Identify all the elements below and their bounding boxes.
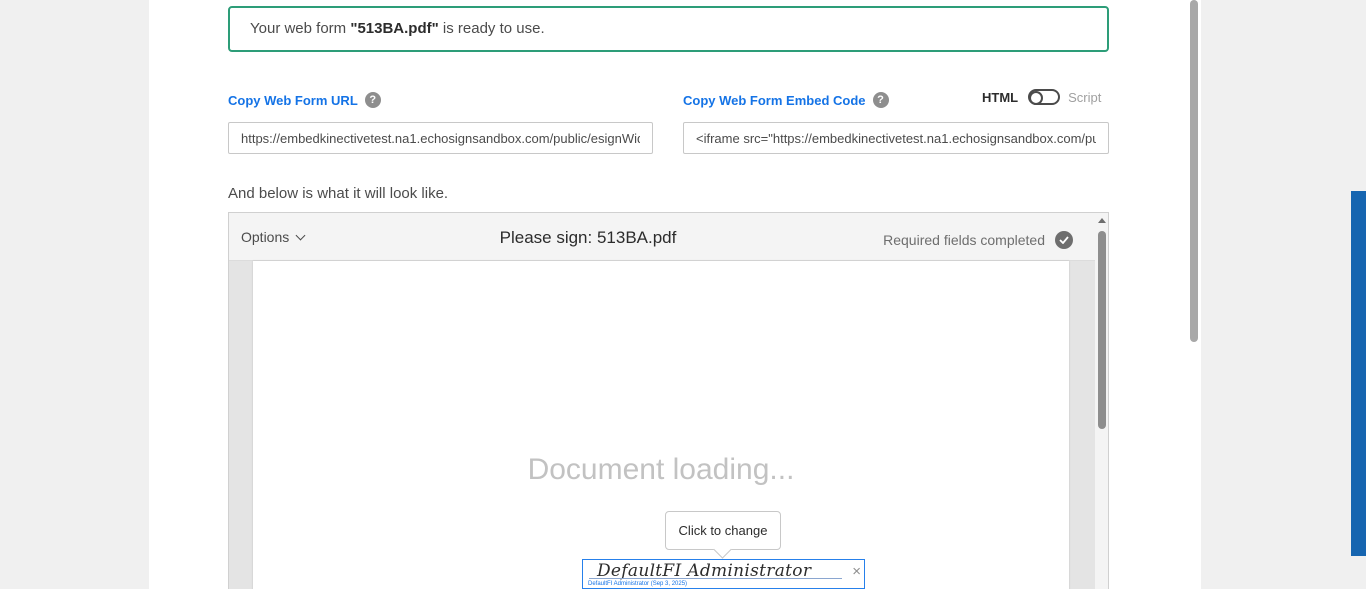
scroll-up-arrow-icon[interactable] xyxy=(1098,218,1106,223)
click-to-change-tooltip: Click to change xyxy=(665,511,781,550)
web-form-url-field[interactable] xyxy=(228,122,653,154)
banner-suffix: is ready to use. xyxy=(438,20,545,37)
banner-file-name: "513BA.pdf" xyxy=(350,20,439,37)
success-banner: Your web form "513BA.pdf" is ready to us… xyxy=(228,6,1109,52)
web-form-url-label: Copy Web Form URL ? xyxy=(228,92,381,108)
web-form-url-label-text[interactable]: Copy Web Form URL xyxy=(228,93,358,108)
preview-caption: And below is what it will look like. xyxy=(228,185,449,202)
signature-caption: DefaultFI Administrator (Sep 3, 2025) xyxy=(588,581,688,587)
embed-code-label: Copy Web Form Embed Code ? xyxy=(683,92,889,108)
document-loading-text: Document loading... xyxy=(527,453,795,486)
preview-scrollbar-thumb[interactable] xyxy=(1098,231,1106,429)
main-panel: Your web form "513BA.pdf" is ready to us… xyxy=(149,0,1201,589)
required-fields-text: Required fields completed xyxy=(883,232,1045,248)
preview-header: Options Please sign: 513BA.pdf Required … xyxy=(229,213,1095,261)
signature-line xyxy=(589,578,842,579)
preview-scrollbar[interactable] xyxy=(1095,213,1108,589)
document-page: Document loading... Click to change Defa… xyxy=(253,261,1069,589)
signature-field[interactable]: DefaultFI Administrator DefaultFI Admini… xyxy=(582,559,865,589)
help-icon[interactable]: ? xyxy=(364,92,381,108)
help-icon[interactable]: ? xyxy=(872,92,889,108)
toggle-option-script[interactable]: Script xyxy=(1068,90,1101,105)
required-fields-status: Required fields completed xyxy=(883,231,1073,249)
format-switch[interactable] xyxy=(1028,89,1061,105)
embed-code-label-text[interactable]: Copy Web Form Embed Code xyxy=(683,93,866,108)
embed-format-toggle: HTML Script xyxy=(982,89,1101,105)
close-icon[interactable]: × xyxy=(852,564,861,579)
embed-code-field[interactable] xyxy=(683,122,1109,154)
banner-prefix: Your web form xyxy=(250,20,351,37)
page-scrollbar-thumb[interactable] xyxy=(1190,0,1198,342)
toggle-option-html[interactable]: HTML xyxy=(982,90,1018,105)
side-panel-tab[interactable] xyxy=(1351,191,1366,556)
preview-frame: Options Please sign: 513BA.pdf Required … xyxy=(228,212,1109,589)
switch-knob xyxy=(1029,90,1044,105)
sign-title: Please sign: 513BA.pdf xyxy=(499,228,677,247)
check-circle-icon xyxy=(1055,231,1073,249)
